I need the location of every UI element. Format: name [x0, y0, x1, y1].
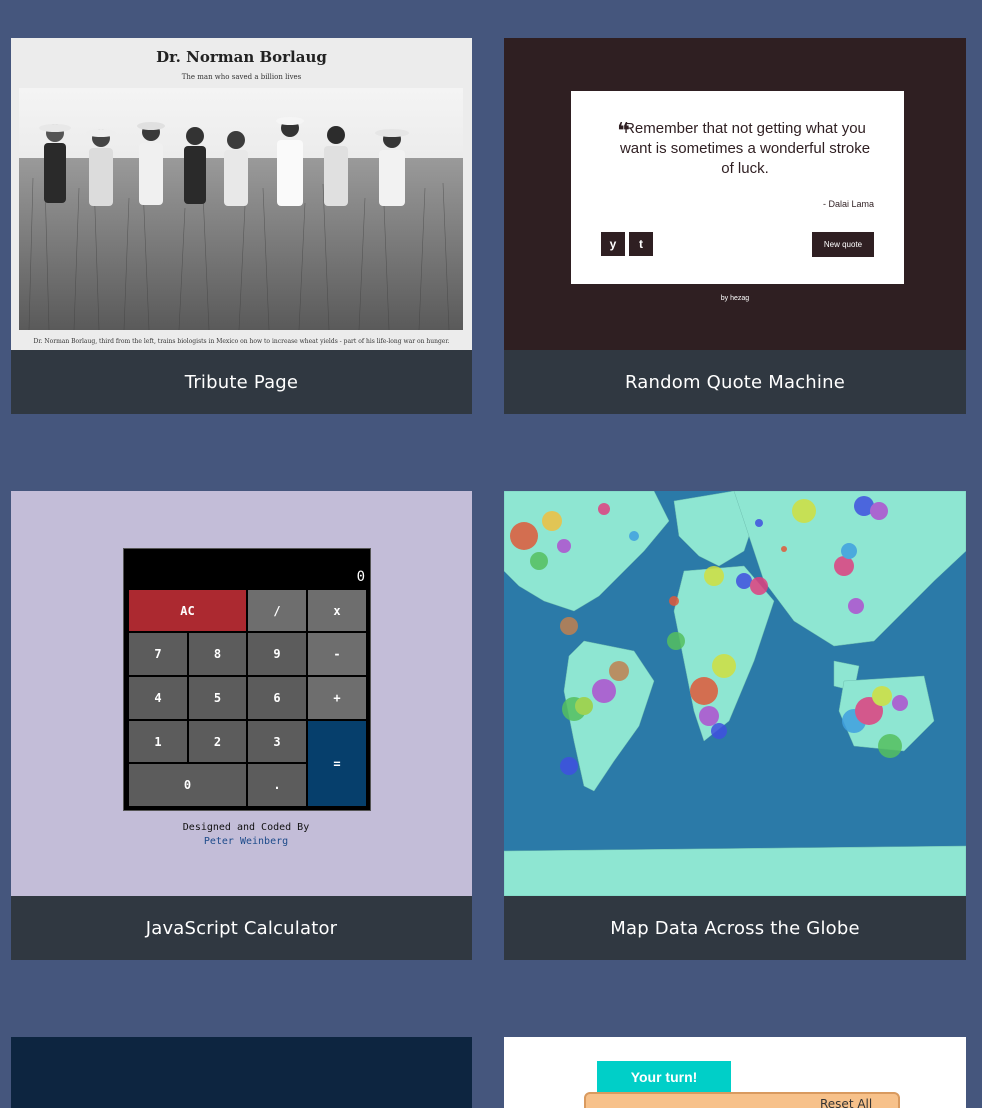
turn-indicator: Your turn!: [597, 1061, 731, 1093]
project-thumbnail: [504, 491, 966, 896]
calc-key: =: [307, 720, 367, 807]
world-map: [504, 491, 966, 896]
calc-key: 2: [188, 720, 247, 763]
calc-key: 5: [188, 676, 247, 720]
quote-byline: by hezag: [720, 295, 750, 302]
project-title[interactable]: Tribute Page: [11, 350, 472, 414]
project-thumbnail: Your turn! Reset All: [504, 1037, 966, 1108]
calc-key: 6: [247, 676, 307, 720]
calc-key: 1: [128, 720, 188, 763]
calc-key: 8: [188, 632, 247, 676]
thumb-heading: Dr. Norman Borlaug: [156, 48, 327, 66]
calc-key: +: [307, 676, 367, 720]
calc-key: 3: [247, 720, 307, 763]
calc-key: 7: [128, 632, 188, 676]
project-thumbnail: Dr. Norman Borlaug The man who saved a b…: [11, 38, 472, 350]
thumb-subheading: The man who saved a billion lives: [181, 73, 302, 81]
project-title[interactable]: Map Data Across the Globe: [504, 896, 966, 960]
calculator-author: Peter Weinberg: [203, 836, 289, 847]
reset-all-button: Reset All: [820, 1097, 873, 1108]
project-tile-javascript-calculator[interactable]: 0 AC / x 7 8 9 - 4 5 6 + 1 2 3 = 0 . Des…: [11, 491, 472, 960]
calc-key: x: [307, 589, 367, 632]
calc-key: 0: [128, 763, 247, 807]
project-thumbnail: 0 AC / x 7 8 9 - 4 5 6 + 1 2 3 = 0 . Des…: [11, 491, 472, 896]
project-tile-random-quote-machine[interactable]: ❝ Remember that not getting what you wan…: [504, 38, 966, 414]
quote-box: ❝ Remember that not getting what you wan…: [571, 91, 904, 284]
calc-key: .: [247, 763, 307, 807]
project-tile-tribute-page[interactable]: Dr. Norman Borlaug The man who saved a b…: [11, 38, 472, 414]
calculator-display: 0: [356, 569, 365, 585]
calc-key: -: [307, 632, 367, 676]
calc-key: 4: [128, 676, 188, 720]
new-quote-button: New quote: [812, 232, 874, 257]
project-thumbnail: [11, 1037, 472, 1108]
project-title[interactable]: Random Quote Machine: [504, 350, 966, 414]
project-title[interactable]: JavaScript Calculator: [11, 896, 472, 960]
tumblr-icon: t: [629, 232, 653, 256]
calculator-credit: Designed and Coded By: [182, 822, 310, 833]
quote-text: Remember that not getting what you want …: [619, 120, 871, 177]
calculator-body: 0 AC / x 7 8 9 - 4 5 6 + 1 2 3 = 0 .: [123, 548, 371, 811]
calc-key: AC: [128, 589, 247, 632]
wheat-field-photo: [19, 88, 463, 330]
project-tile-map-data[interactable]: Map Data Across the Globe: [504, 491, 966, 960]
quote-author: - Dalai Lama: [822, 199, 874, 209]
project-tile-5[interactable]: [11, 1037, 472, 1108]
twitter-icon: y: [601, 232, 625, 256]
thumb-caption: Dr. Norman Borlaug, third from the left,…: [33, 338, 450, 345]
calc-key: 9: [247, 632, 307, 676]
project-tile-6[interactable]: Your turn! Reset All: [504, 1037, 966, 1108]
project-thumbnail: ❝ Remember that not getting what you wan…: [504, 38, 966, 350]
calc-key: /: [247, 589, 307, 632]
